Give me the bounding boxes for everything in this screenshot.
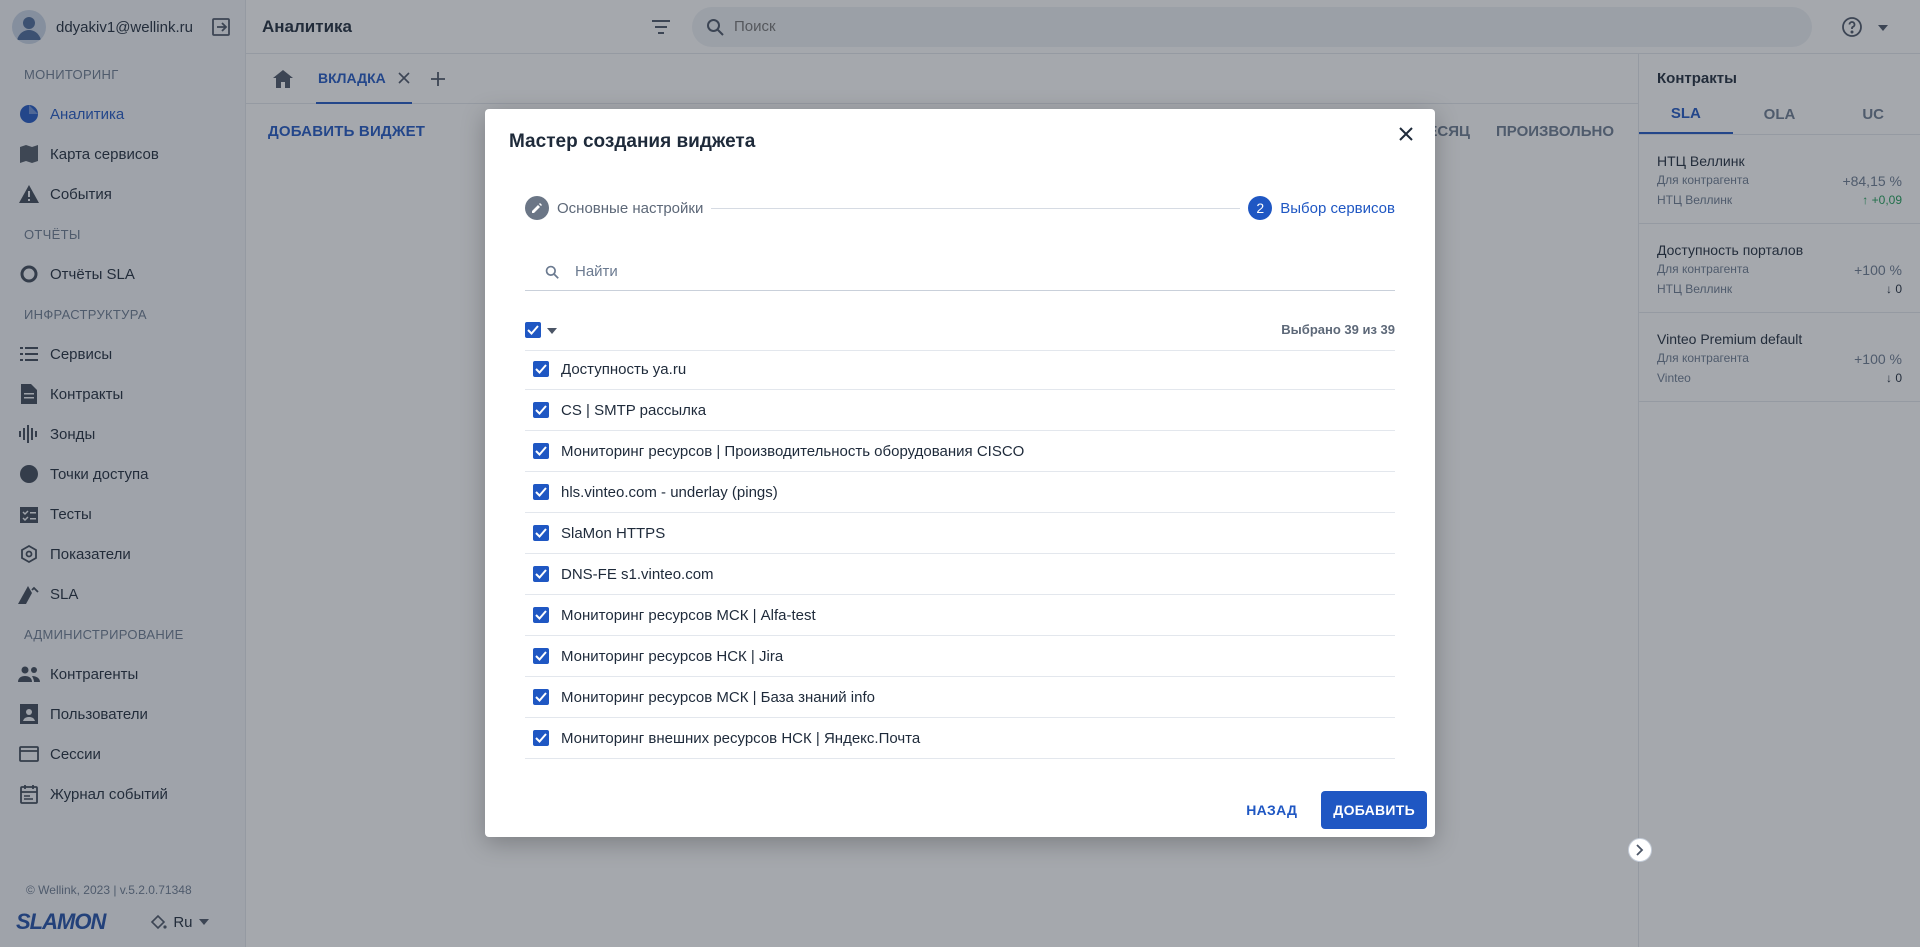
- close-icon[interactable]: [1391, 119, 1421, 149]
- service-checkbox[interactable]: [533, 648, 549, 664]
- service-checkbox[interactable]: [533, 402, 549, 418]
- pencil-icon: [525, 196, 549, 220]
- service-checkbox[interactable]: [533, 607, 549, 623]
- dialog-footer: НАЗАД ДОБАВИТЬ: [1242, 791, 1427, 829]
- add-button[interactable]: ДОБАВИТЬ: [1321, 791, 1427, 829]
- service-checkbox[interactable]: [533, 566, 549, 582]
- service-checkbox[interactable]: [533, 361, 549, 377]
- service-name: Мониторинг ресурсов МСК | Alfa-test: [561, 606, 816, 624]
- service-name: Доступность ya.ru: [561, 360, 687, 378]
- back-button[interactable]: НАЗАД: [1242, 792, 1301, 828]
- service-name: Мониторинг ресурсов НСК | Jira: [561, 647, 784, 665]
- list-item[interactable]: Мониторинг внешних ресурсов НСК | Яндекс…: [525, 718, 1395, 759]
- wizard-stepper: Основные настройки 2 Выбор сервисов: [525, 195, 1395, 221]
- step-label: Выбор сервисов: [1280, 199, 1395, 217]
- list-item[interactable]: DNS-FE s1.vinteo.com: [525, 554, 1395, 595]
- service-search[interactable]: [525, 253, 1395, 291]
- service-name: Мониторинг внешних ресурсов НСК | Яндекс…: [561, 729, 921, 747]
- select-all-row: Выбрано 39 из 39: [525, 309, 1395, 351]
- collapse-panel-button[interactable]: [1628, 838, 1652, 862]
- service-search-input[interactable]: [575, 263, 1395, 280]
- list-item[interactable]: CS | SMTP рассылка: [525, 390, 1395, 431]
- search-icon: [545, 265, 559, 279]
- step-number: 2: [1248, 196, 1273, 220]
- service-name: CS | SMTP рассылка: [561, 401, 707, 419]
- service-name: Мониторинг ресурсов | Производительность…: [561, 442, 1025, 460]
- service-checkbox[interactable]: [533, 443, 549, 459]
- service-checkbox[interactable]: [533, 525, 549, 541]
- list-item[interactable]: Мониторинг ресурсов МСК | База знаний in…: [525, 677, 1395, 718]
- service-checkbox[interactable]: [533, 484, 549, 500]
- widget-wizard-dialog: Мастер создания виджета Основные настрой…: [485, 109, 1435, 837]
- step-service-select[interactable]: 2 Выбор сервисов: [1248, 196, 1395, 220]
- list-item[interactable]: hls.vinteo.com - underlay (pings): [525, 472, 1395, 513]
- list-item[interactable]: Доступность ya.ru: [525, 349, 1395, 390]
- service-name: DNS-FE s1.vinteo.com: [561, 565, 714, 583]
- step-basic-settings[interactable]: Основные настройки: [525, 196, 703, 220]
- list-item[interactable]: SlaMon HTTPS: [525, 513, 1395, 554]
- select-all-checkbox[interactable]: [525, 321, 541, 338]
- service-name: Мониторинг ресурсов МСК | База знаний in…: [561, 688, 875, 706]
- service-name: SlaMon HTTPS: [561, 524, 666, 542]
- chevron-right-icon: [1636, 844, 1644, 856]
- selected-count: Выбрано 39 из 39: [1281, 322, 1395, 337]
- service-checkbox[interactable]: [533, 730, 549, 746]
- service-name: hls.vinteo.com - underlay (pings): [561, 483, 778, 501]
- service-checkbox[interactable]: [533, 689, 549, 705]
- list-item[interactable]: Мониторинг ресурсов | Производительность…: [525, 431, 1395, 472]
- chevron-down-icon[interactable]: [547, 321, 557, 339]
- step-divider: [711, 207, 1241, 209]
- list-item[interactable]: Мониторинг ресурсов МСК | Alfa-test: [525, 595, 1395, 636]
- step-label: Основные настройки: [557, 199, 704, 217]
- list-item[interactable]: Мониторинг ресурсов НСК | Jira: [525, 636, 1395, 677]
- dialog-title: Мастер создания виджета: [509, 131, 756, 152]
- service-list[interactable]: Доступность ya.ru CS | SMTP рассылка Мон…: [525, 349, 1395, 759]
